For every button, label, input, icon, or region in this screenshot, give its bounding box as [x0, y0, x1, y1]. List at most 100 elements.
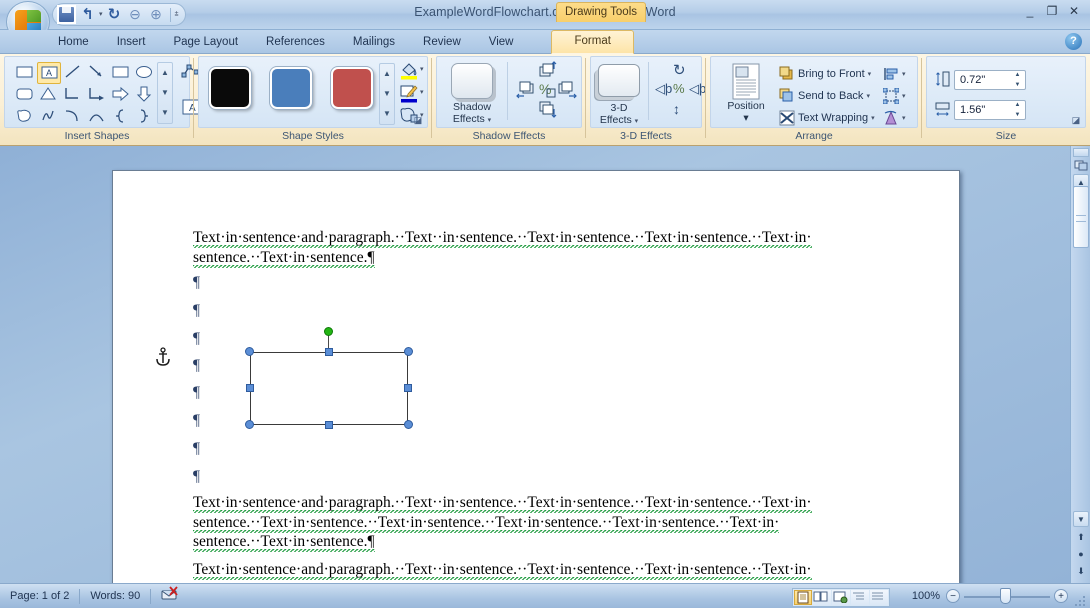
word-count[interactable]: Words: 90	[80, 584, 150, 608]
page-indicator[interactable]: Page: 1 of 2	[0, 584, 79, 608]
resize-grip[interactable]	[1075, 594, 1087, 606]
tab-insert[interactable]: Insert	[103, 32, 160, 54]
zoom-slider-thumb[interactable]	[1000, 588, 1011, 604]
shape-fill-dropdown-icon[interactable]: ▾	[420, 65, 424, 73]
shape-width-input[interactable]: 1.56" ▲▼	[954, 100, 1026, 120]
handle-middle-left[interactable]	[246, 384, 254, 392]
paragraph-1[interactable]: Text·in·sentence·and·paragraph.··Text··i…	[193, 228, 883, 267]
handle-top-right[interactable]	[404, 347, 413, 356]
height-spinner[interactable]: ▲▼	[1012, 72, 1023, 89]
shape-right-brace[interactable]	[133, 106, 157, 128]
shape-outline-button[interactable]: ▾	[399, 84, 419, 108]
previous-page-button[interactable]: ⬆	[1073, 529, 1089, 545]
shape-line[interactable]	[61, 62, 85, 84]
shadow-nudge-down[interactable]	[537, 101, 557, 124]
shape-scribble[interactable]	[37, 106, 61, 128]
tab-page-layout[interactable]: Page Layout	[159, 32, 252, 54]
vertical-scrollbar[interactable]: ▲ ▼ ⬆ ● ⬇	[1070, 146, 1090, 583]
document-area[interactable]: Text·in·sentence·and·paragraph.··Text··i…	[0, 146, 1070, 583]
print-layout-view-button[interactable]	[794, 590, 812, 605]
send-to-back-dropdown-icon[interactable]: ▾	[866, 92, 870, 100]
tilt-right-button[interactable]: ◁þ	[689, 81, 706, 97]
send-to-back-button[interactable]: Send to Back ▾	[779, 85, 875, 107]
align-button[interactable]: ▾	[883, 63, 906, 85]
tab-view[interactable]: View	[475, 32, 528, 54]
select-browse-object-button[interactable]: ●	[1073, 546, 1089, 562]
zoom-in-button[interactable]: +	[1054, 589, 1068, 603]
width-spinner[interactable]: ▲▼	[1012, 102, 1023, 119]
style-more-icon[interactable]: ▼	[380, 104, 394, 124]
bring-to-front-button[interactable]: Bring to Front ▾	[779, 63, 875, 85]
split-window-handle[interactable]	[1073, 148, 1089, 157]
style-scroll-up-icon[interactable]: ▲	[380, 64, 394, 84]
tilt-up-button[interactable]: ↻	[673, 61, 686, 79]
bring-to-front-dropdown-icon[interactable]: ▾	[868, 70, 872, 78]
shadow-effects-dropdown-icon[interactable]: ▾	[488, 117, 492, 124]
shape-elbow-connector[interactable]	[61, 84, 85, 106]
position-dropdown-icon[interactable]: ▾	[717, 112, 775, 124]
shape-rectangle[interactable]	[13, 62, 37, 84]
tab-review[interactable]: Review	[409, 32, 475, 54]
size-dialog-launcher[interactable]: ◪	[1070, 114, 1082, 126]
close-button[interactable]: ✕	[1064, 4, 1084, 19]
zoom-level[interactable]: 100%	[912, 584, 940, 608]
position-button[interactable]: Position ▾	[717, 62, 775, 124]
shape-style-scroll[interactable]: ▲ ▼ ▼	[379, 63, 395, 125]
restore-button[interactable]: ❐	[1042, 4, 1062, 19]
shadow-nudge-left[interactable]	[515, 81, 537, 104]
gallery-scroll-up-icon[interactable]: ▲	[158, 63, 172, 83]
shape-gallery-scroll[interactable]: ▲ ▼ ▼	[157, 62, 173, 124]
align-dropdown-icon[interactable]: ▾	[902, 70, 906, 78]
tab-references[interactable]: References	[252, 32, 339, 54]
shape-fill-button[interactable]: ▾	[399, 61, 419, 85]
gallery-more-icon[interactable]: ▼	[158, 103, 172, 123]
next-page-button[interactable]: ⬇	[1073, 563, 1089, 579]
shadow-nudge-right[interactable]	[557, 81, 579, 104]
shape-right-arrow[interactable]	[109, 84, 133, 106]
handle-bottom-left[interactable]	[245, 420, 254, 429]
shape-arrow[interactable]	[85, 62, 109, 84]
selected-rectangle-shape[interactable]	[250, 352, 408, 425]
zoom-out-button[interactable]: −	[946, 589, 960, 603]
shape-flowchart-shape[interactable]	[13, 106, 37, 128]
shape-style-black[interactable]	[209, 67, 251, 109]
paragraph-2[interactable]: Text·in·sentence·and·paragraph.··Text··i…	[193, 493, 883, 552]
shape-oval[interactable]	[133, 62, 157, 84]
help-icon[interactable]: ?	[1065, 33, 1082, 50]
shape-curve-arc[interactable]	[61, 106, 85, 128]
three-d-effects-dropdown-icon[interactable]: ▾	[635, 118, 639, 125]
shape-style-blue[interactable]	[270, 67, 312, 109]
handle-top-left[interactable]	[245, 347, 254, 356]
shape-outline-dropdown-icon[interactable]: ▾	[420, 88, 424, 96]
text-wrapping-button[interactable]: Text Wrapping ▾	[779, 107, 875, 129]
outline-view-button[interactable]	[851, 590, 869, 605]
shape-gallery[interactable]: A	[13, 62, 157, 128]
handle-middle-right[interactable]	[404, 384, 412, 392]
draft-view-button[interactable]	[870, 590, 888, 605]
gallery-scroll-down-icon[interactable]: ▼	[158, 83, 172, 103]
width-spin-down[interactable]: ▼	[1012, 112, 1023, 119]
shape-text-box[interactable]: A	[37, 62, 61, 84]
style-scroll-down-icon[interactable]: ▼	[380, 84, 394, 104]
web-layout-view-button[interactable]	[832, 590, 850, 605]
height-spin-down[interactable]: ▼	[1012, 82, 1023, 89]
shape-down-arrow[interactable]	[133, 84, 157, 106]
proofing-errors-icon[interactable]	[151, 586, 189, 607]
rotate-button[interactable]: ▾	[883, 107, 906, 129]
tilt-down-button[interactable]: ↕	[673, 101, 680, 117]
tab-home[interactable]: Home	[44, 32, 103, 54]
tilt-left-button[interactable]: ◁þ	[655, 81, 672, 97]
handle-top-center[interactable]	[325, 348, 333, 356]
shape-height-input[interactable]: 0.72" ▲▼	[954, 70, 1026, 90]
shape-style-red[interactable]	[331, 67, 373, 109]
minimize-button[interactable]: _	[1020, 4, 1040, 19]
handle-bottom-right[interactable]	[404, 420, 413, 429]
rotate-dropdown-icon[interactable]: ▾	[902, 114, 906, 122]
shape-triangle[interactable]	[37, 84, 61, 106]
scrollbar-thumb[interactable]	[1073, 186, 1089, 248]
shape-left-brace[interactable]	[109, 106, 133, 128]
shadow-effects-button[interactable]: Shadow Effects ▾	[441, 63, 503, 127]
text-wrapping-dropdown-icon[interactable]: ▾	[871, 114, 875, 122]
group-button[interactable]: ▾	[883, 85, 906, 107]
shape-rectangle-2[interactable]	[109, 62, 133, 84]
